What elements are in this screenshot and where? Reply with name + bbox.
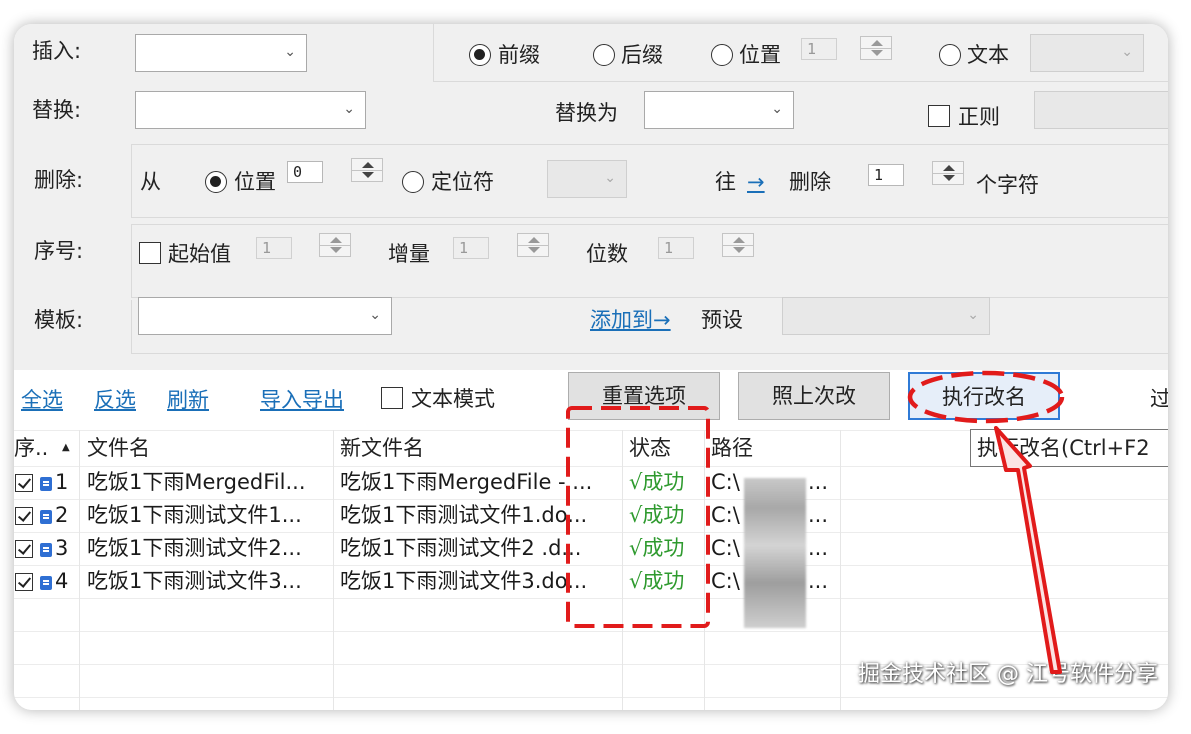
annotation-overlay [566,370,1065,674]
execute-button-highlight [907,370,1065,424]
annotation-arrow-icon [994,426,1062,674]
status-column-highlight [566,406,710,628]
